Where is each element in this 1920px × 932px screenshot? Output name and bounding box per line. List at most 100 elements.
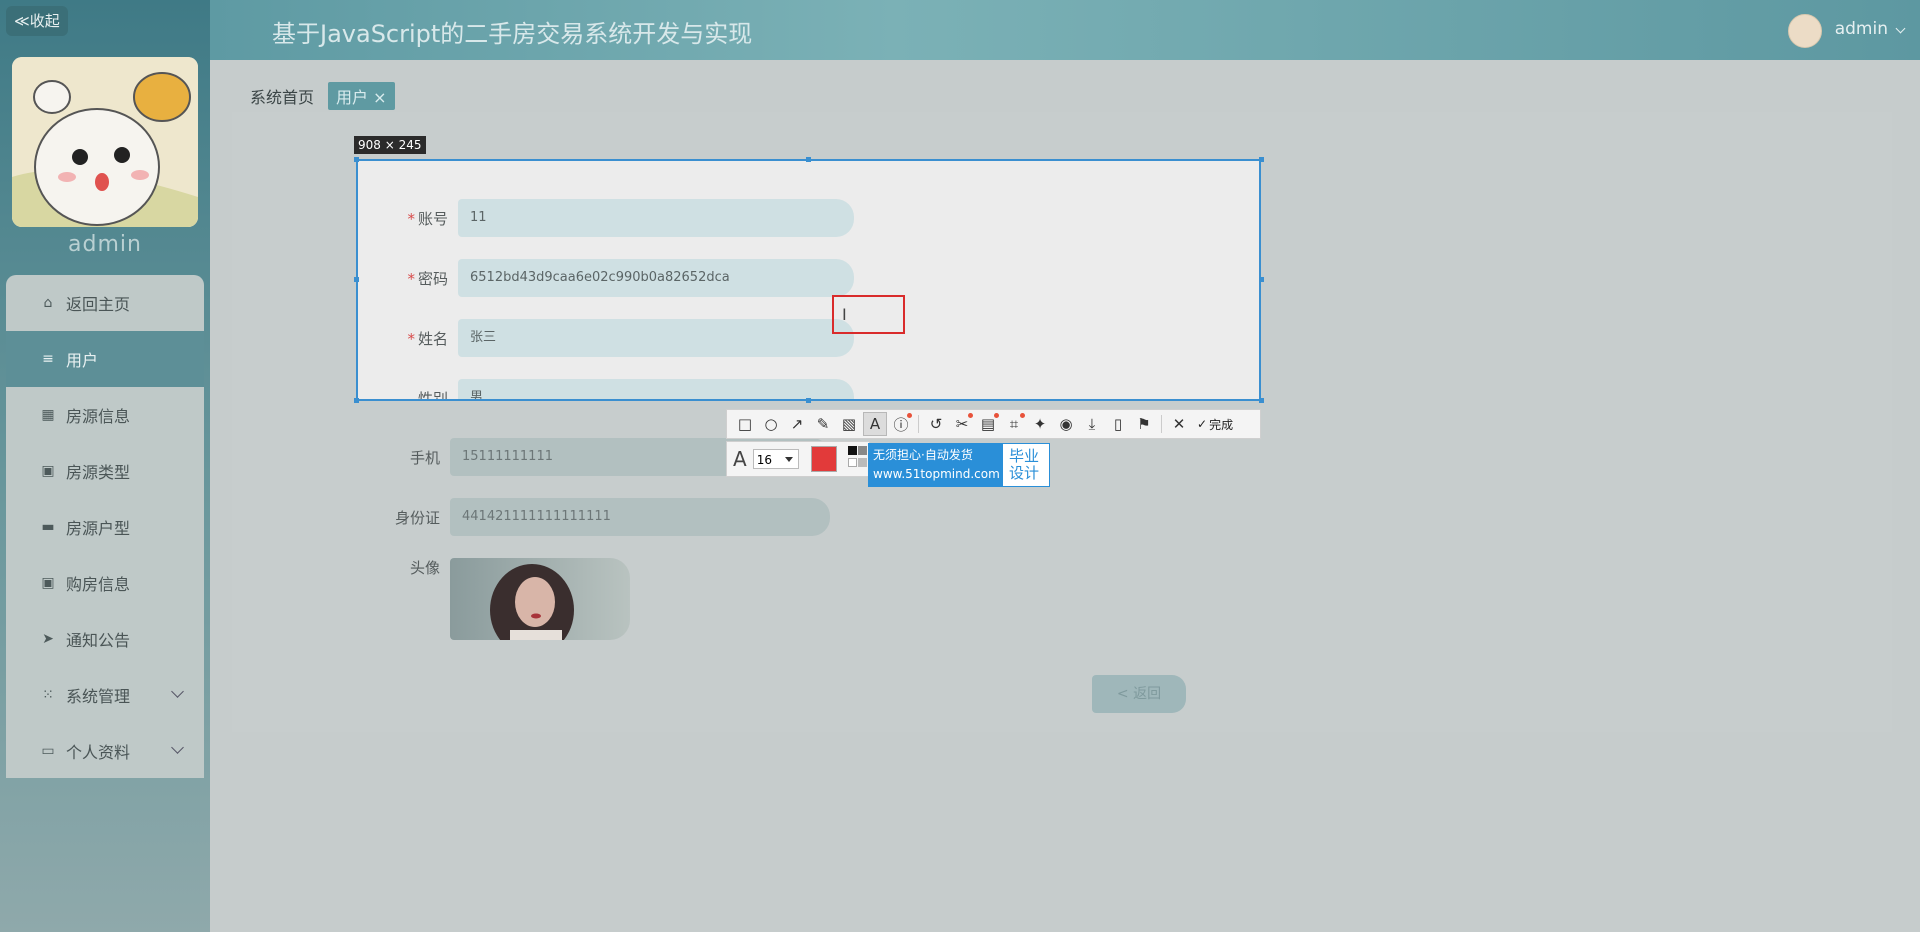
resize-handle[interactable] <box>1259 277 1264 282</box>
sidebar-item-users[interactable]: ≡ 用户 <box>6 331 204 387</box>
breadcrumb-home-link[interactable]: 系统首页 <box>250 84 314 108</box>
resize-handle[interactable] <box>354 157 359 162</box>
toolbar-divider <box>1161 415 1162 433</box>
idcard-field[interactable]: 441421111111111111 <box>450 498 830 536</box>
resize-handle[interactable] <box>354 398 359 403</box>
resize-handle[interactable] <box>806 398 811 403</box>
resize-handle[interactable] <box>354 277 359 282</box>
done-label: 完成 <box>1209 417 1234 432</box>
home-icon: ⌂ <box>43 295 53 311</box>
avatar-label: 头像 <box>409 559 440 577</box>
avatar-photo-image <box>450 558 630 640</box>
sidebar-item-house-type[interactable]: ▣ 房源类型 <box>6 443 204 499</box>
resize-handle[interactable] <box>806 157 811 162</box>
chevron-down-icon <box>171 685 184 698</box>
color-swatch-red[interactable] <box>810 446 837 472</box>
badge-dot <box>968 413 973 418</box>
form-row-avatar: 头像 <box>350 557 450 578</box>
sidebar-item-house-info[interactable]: ▦ 房源信息 <box>6 387 204 443</box>
promo-line-2: www.51topmind.com <box>873 467 1000 481</box>
account-field[interactable]: 11 <box>458 199 854 237</box>
download-icon[interactable]: ⤓ <box>1080 412 1104 436</box>
badge-dot <box>907 413 912 418</box>
collapse-sidebar-button[interactable]: ≪收起 <box>6 6 68 36</box>
apps-icon: ⁙ <box>42 687 54 703</box>
sidebar-item-home[interactable]: ⌂ 返回主页 <box>6 275 204 331</box>
clipboard-check-icon: ▣ <box>41 575 55 591</box>
list-icon: ≡ <box>42 351 54 367</box>
promo-line-1: 无须担心·自动发货 <box>873 448 973 462</box>
undo-icon[interactable]: ↺ <box>924 412 948 436</box>
translate-tool-icon[interactable]: ⌗ <box>1002 412 1026 436</box>
sidebar-item-label: 系统管理 <box>66 687 131 706</box>
toolbar-divider <box>918 415 919 433</box>
font-size-select[interactable]: 16 <box>752 449 799 469</box>
sidebar-menu: ⌂ 返回主页 ≡ 用户 ▦ 房源信息 ▣ 房源类型 ▬ 房源户型 ▣ 购房信息 … <box>6 275 204 778</box>
capture-toolbar: □ ○ ↗ ✎ ▧ A ⓘ ↺ ✂ ▤ ⌗ ✦ ◉ ⤓ ▯ ⚑ ✕ ✓ 完成 <box>726 409 1261 439</box>
form-row-password: * 密码 6512bd43d9caa6e02c990b0a82652dca <box>384 259 854 297</box>
promo-banner[interactable]: 无须担心·自动发货 www.51topmind.com 毕业设计 <box>868 443 1050 487</box>
gender-label: 性别 <box>417 389 448 401</box>
sidebar-item-profile[interactable]: ▭ 个人资料 <box>6 723 204 778</box>
bookmark-icon[interactable]: ⚑ <box>1132 412 1156 436</box>
send-icon: ➤ <box>42 631 54 647</box>
sidebar-item-label: 房源户型 <box>66 519 131 538</box>
name-field[interactable]: 张三 <box>458 319 854 357</box>
back-button[interactable]: < 返回 <box>1092 675 1186 713</box>
resize-handle[interactable] <box>1259 157 1264 162</box>
phone-label: 手机 <box>409 448 440 467</box>
sidebar-item-label: 房源类型 <box>66 463 131 482</box>
close-icon[interactable]: ✕ <box>1167 412 1191 436</box>
required-marker: * <box>407 269 415 288</box>
promo-right-text: 毕业设计 <box>1009 447 1040 482</box>
password-field[interactable]: 6512bd43d9caa6e02c990b0a82652dca <box>458 259 854 297</box>
account-label: 账号 <box>417 209 448 228</box>
form-row-name: * 姓名 张三 <box>384 319 854 357</box>
phone-icon[interactable]: ▯ <box>1106 412 1130 436</box>
done-button[interactable]: ✓ 完成 <box>1197 416 1233 433</box>
color-swatch-gray[interactable] <box>858 446 867 455</box>
sidebar-username: admin <box>68 232 142 257</box>
resize-handle[interactable] <box>1259 398 1264 403</box>
chevron-down-icon[interactable] <box>1895 23 1906 34</box>
required-marker: * <box>407 209 415 228</box>
scissors-tool-icon[interactable]: ✂ <box>950 412 974 436</box>
sidebar-item-label: 房源信息 <box>66 407 131 426</box>
color-swatch-black[interactable] <box>848 446 857 455</box>
ellipse-tool-icon[interactable]: ○ <box>759 412 783 436</box>
check-icon: ✓ <box>1197 417 1208 431</box>
pencil-tool-icon[interactable]: ✎ <box>811 412 835 436</box>
sidebar-item-purchase-info[interactable]: ▣ 购房信息 <box>6 555 204 611</box>
number-tool-icon[interactable]: ⓘ <box>889 412 913 436</box>
mosaic-tool-icon[interactable]: ▧ <box>837 412 861 436</box>
sidebar-item-system-management[interactable]: ⁙ 系统管理 <box>6 667 204 723</box>
sidebar-item-notice[interactable]: ➤ 通知公告 <box>6 611 204 667</box>
idcard-label: 身份证 <box>394 508 440 527</box>
password-label: 密码 <box>417 269 448 288</box>
badge-dot <box>994 413 999 418</box>
gender-field[interactable]: 男 <box>458 379 854 399</box>
text-annotation-box[interactable]: Ι <box>832 295 905 334</box>
header-username[interactable]: admin <box>1835 19 1888 39</box>
pin-icon[interactable]: ✦ <box>1028 412 1052 436</box>
collapse-label: ≪收起 <box>14 12 60 30</box>
form-row-idcard: 身份证 441421111111111111 <box>350 498 830 536</box>
color-swatch-white[interactable] <box>848 458 857 467</box>
capture-selection-region[interactable]: * 账号 11 * 密码 6512bd43d9caa6e02c990b0a82652… <box>356 159 1261 401</box>
badge-dot <box>1020 413 1025 418</box>
ocr-tool-icon[interactable]: ▤ <box>976 412 1000 436</box>
text-tool-icon[interactable]: A <box>863 412 887 436</box>
grid-icon: ▦ <box>41 407 55 423</box>
rectangle-tool-icon[interactable]: □ <box>733 412 757 436</box>
header-avatar[interactable] <box>1788 14 1822 48</box>
sidebar-item-label: 用户 <box>66 351 99 370</box>
color-swatch-silver[interactable] <box>858 458 867 467</box>
tab-users[interactable]: 用户 × <box>328 82 395 110</box>
form-row-gender: 性别 男 <box>384 379 854 401</box>
clipboard-icon: ▣ <box>41 463 55 479</box>
sidebar-item-house-layout[interactable]: ▬ 房源户型 <box>6 499 204 555</box>
sidebar-item-label: 返回主页 <box>66 295 131 314</box>
record-icon[interactable]: ◉ <box>1054 412 1078 436</box>
avatar-photo <box>450 558 630 640</box>
arrow-tool-icon[interactable]: ↗ <box>785 412 809 436</box>
